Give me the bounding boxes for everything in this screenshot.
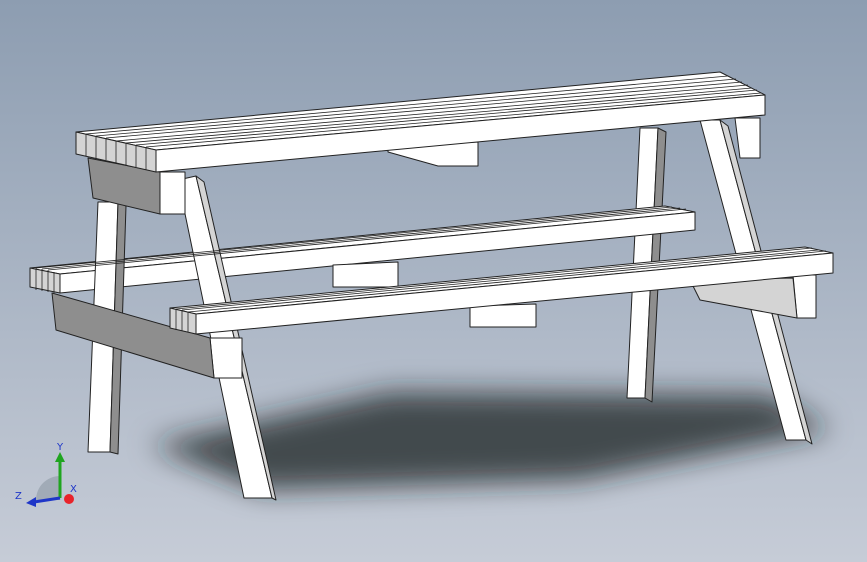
support-block-back bbox=[332, 261, 399, 288]
y-axis-arrow bbox=[55, 452, 65, 462]
picnic-table-model[interactable] bbox=[0, 0, 867, 562]
z-axis-arrow bbox=[26, 497, 36, 507]
front-seat-cleat-face bbox=[209, 337, 243, 379]
graphics-viewport[interactable]: Y Z X bbox=[0, 0, 867, 562]
y-axis-label: Y bbox=[56, 442, 64, 453]
x-axis-label: X bbox=[70, 484, 77, 495]
support-block-front bbox=[469, 303, 537, 328]
z-axis-label: Z bbox=[15, 491, 22, 502]
triad-base-arc bbox=[36, 476, 60, 500]
back-top-cleat bbox=[734, 117, 761, 159]
x-axis-dot bbox=[64, 494, 74, 504]
axis-triad[interactable]: Y Z X bbox=[12, 438, 88, 510]
